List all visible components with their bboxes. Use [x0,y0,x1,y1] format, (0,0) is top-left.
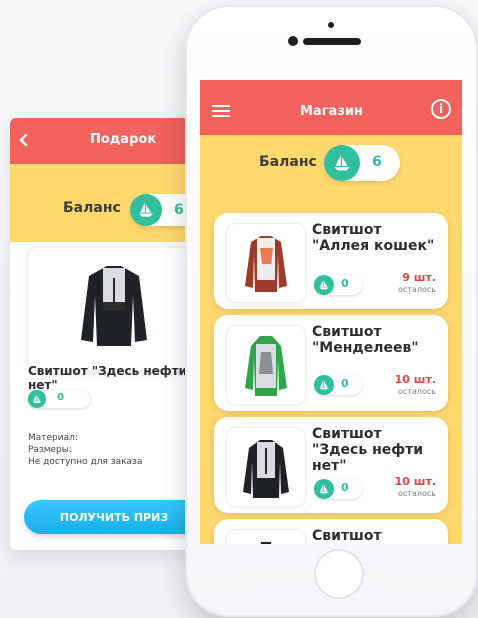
availability-label: Не доступно для заказа [28,457,143,467]
price-pill: 0 [314,479,362,499]
hoodie-image [245,336,287,396]
stock-left-label: осталось [398,489,436,498]
list-item[interactable]: Свитшот "Менделеев" 0 10 шт. осталось [214,315,448,411]
back-chevron-icon[interactable] [18,134,30,146]
home-button[interactable] [314,549,364,599]
stock-qty: 10 шт. [394,475,436,488]
gift-title: Подарок [90,132,157,147]
sweatshirt-image [81,266,147,346]
sailboat-icon [314,479,334,499]
shop-balance-pill: 6 [324,145,400,181]
sailboat-icon [314,375,334,395]
product-thumbnail [226,223,306,303]
sweatshirt-image [243,440,289,498]
proximity-sensor [328,22,334,28]
sweatshirt-image [260,542,272,544]
shop-title: Магазин [300,104,363,119]
info-icon[interactable] [431,99,451,119]
product-name: Свитшот "Менделеев" [312,324,419,356]
product-name: Свитшот "Весы" [312,528,382,544]
product-name: Свитшот "Здесь нефти нет" [312,426,424,474]
earpiece-speaker [303,38,361,45]
gift-product-meta: Материал: Размеры: Не доступно для заказ… [28,432,142,468]
shop-header: Магазин [200,80,462,135]
gift-header: Подарок [10,118,202,164]
gift-screen: Подарок Баланс 6 Свитшот "Здесь нефти не… [10,118,202,550]
product-name: Свитшот "Аллея кошек" [312,222,435,254]
stock-left-label: осталось [398,387,436,396]
gift-balance-bar: Баланс 6 [10,164,202,242]
gift-price-value: 0 [57,392,64,403]
price-pill: 0 [314,375,362,395]
gift-balance-label: Баланс [63,200,121,216]
shop-balance-bar: Баланс 6 [200,135,462,195]
price-value: 0 [341,277,349,290]
stock-qty: 9 шт. [402,271,436,284]
shop-screen: Магазин Баланс 6 [200,80,462,544]
get-prize-button[interactable]: ПОЛУЧИТЬ ПРИЗ [24,500,202,534]
gift-product-name: Свитшот "Здесь нефти нет" [28,364,188,392]
gift-product-card [27,246,201,372]
gift-balance-value: 6 [174,202,184,218]
price-value: 0 [341,481,349,494]
sailboat-icon [314,275,334,295]
sailboat-icon [130,194,162,226]
gift-price-pill: 0 [28,390,90,408]
sailboat-icon [324,145,360,181]
sweatshirt-image [245,236,287,292]
stock-left-label: осталось [398,285,436,294]
shop-balance-value: 6 [372,154,382,170]
product-thumbnail [226,325,306,405]
sailboat-icon [28,390,46,408]
front-camera [288,36,298,46]
stock-qty: 10 шт. [394,373,436,386]
product-thumbnail [226,529,306,544]
product-thumbnail [226,427,306,507]
list-item[interactable]: Свитшот "Весы" [214,519,448,544]
product-list: Свитшот "Аллея кошек" 0 9 шт. осталось С… [200,195,462,544]
list-item[interactable]: Свитшот "Аллея кошек" 0 9 шт. осталось [214,213,448,309]
material-label: Материал: [28,433,78,443]
shop-balance-label: Баланс [259,154,317,170]
hamburger-menu-icon[interactable] [212,102,230,117]
price-value: 0 [341,377,349,390]
sizes-label: Размеры: [28,445,72,455]
price-pill: 0 [314,275,362,295]
list-item[interactable]: Свитшот "Здесь нефти нет" 0 10 шт. остал… [214,417,448,513]
